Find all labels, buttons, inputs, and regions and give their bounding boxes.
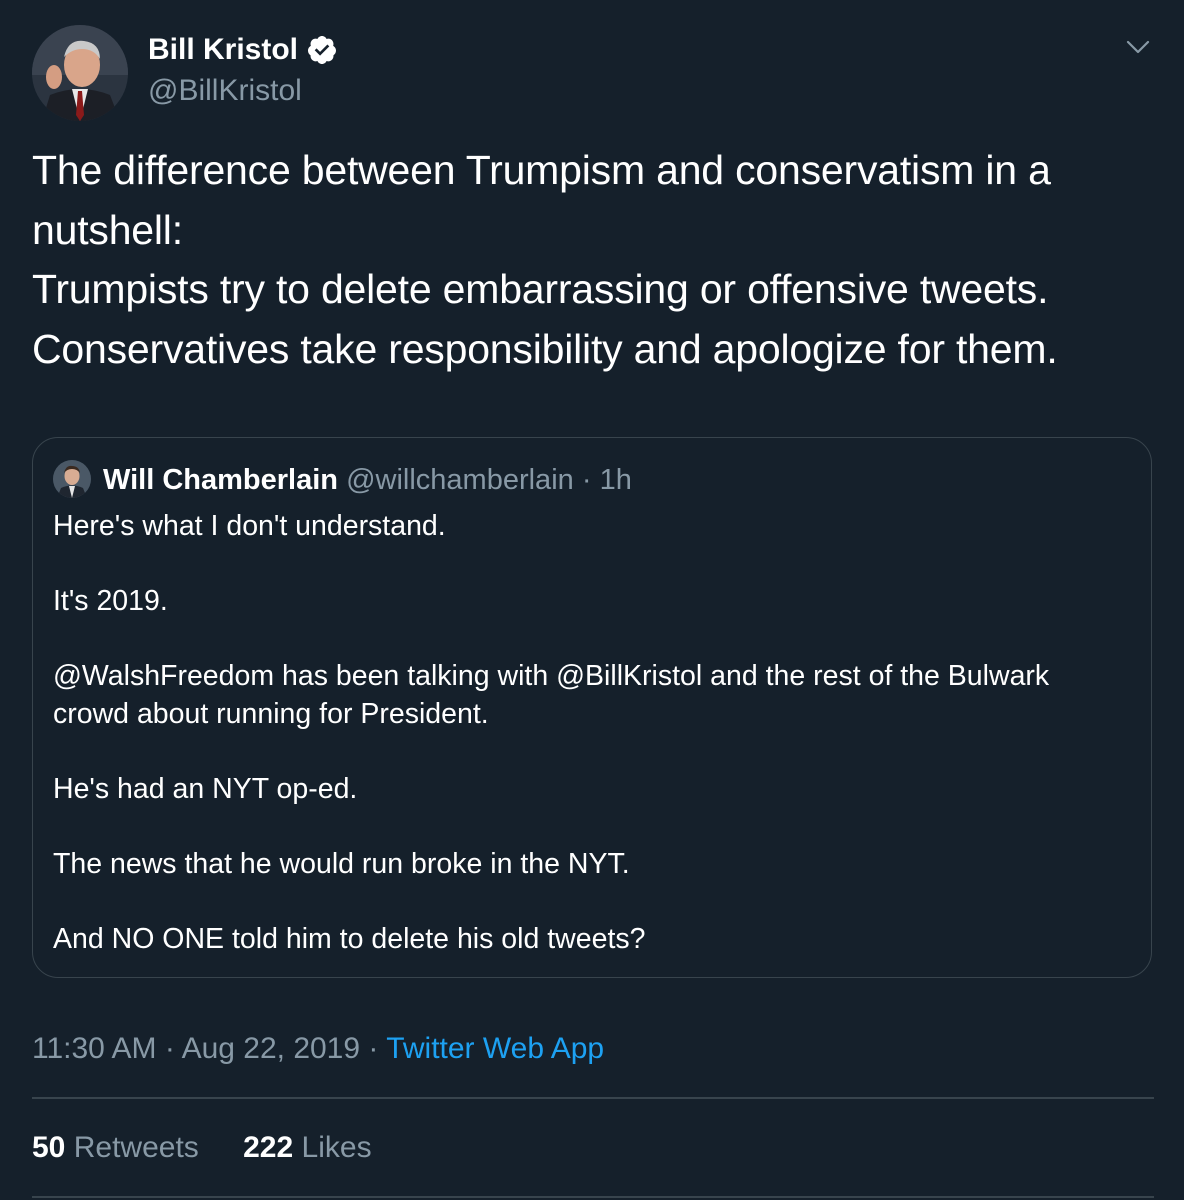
likes-stat[interactable]: 222 Likes bbox=[243, 1131, 371, 1164]
tweet-meta: 11:30 AM · Aug 22, 2019 · Twitter Web Ap… bbox=[32, 1028, 604, 1070]
retweets-count: 50 bbox=[32, 1131, 66, 1164]
tweet-time[interactable]: 11:30 AM bbox=[32, 1032, 157, 1065]
quoted-timestamp[interactable]: 1h bbox=[600, 464, 632, 496]
chevron-down-icon[interactable] bbox=[1122, 36, 1154, 60]
author-avatar[interactable] bbox=[32, 25, 128, 121]
quoted-tweet-card[interactable]: Will Chamberlain @willchamberlain · 1h H… bbox=[32, 437, 1152, 978]
divider bbox=[32, 1196, 1154, 1198]
retweets-stat[interactable]: 50 Retweets bbox=[32, 1131, 207, 1164]
author-name[interactable]: Bill Kristol bbox=[148, 31, 298, 69]
verified-badge-icon bbox=[306, 34, 338, 66]
retweets-label: Retweets bbox=[73, 1131, 199, 1164]
tweet-detail: Bill Kristol @BillKristol The difference… bbox=[0, 0, 1184, 1200]
likes-label: Likes bbox=[301, 1131, 372, 1164]
quoted-tweet-text: Here's what I don't understand. It's 201… bbox=[53, 510, 1050, 955]
tweet-source-link[interactable]: Twitter Web App bbox=[386, 1032, 604, 1065]
tweet-date[interactable]: Aug 22, 2019 bbox=[182, 1032, 361, 1065]
quoted-separator: · bbox=[581, 464, 592, 496]
quoted-author-handle[interactable]: @willchamberlain bbox=[346, 464, 574, 496]
quoted-author-avatar[interactable] bbox=[53, 460, 91, 498]
tweet-text: The difference between Trumpism and cons… bbox=[32, 147, 1058, 372]
divider bbox=[32, 1097, 1154, 1099]
quoted-author-name[interactable]: Will Chamberlain bbox=[103, 464, 338, 496]
author-handle[interactable]: @BillKristol bbox=[148, 72, 302, 110]
meta-separator: · bbox=[164, 1032, 175, 1065]
meta-separator: · bbox=[368, 1032, 379, 1065]
author-name-row[interactable]: Bill Kristol bbox=[148, 31, 338, 69]
quoted-tweet-header: Will Chamberlain @willchamberlain · 1h bbox=[103, 460, 632, 500]
likes-count: 222 bbox=[243, 1131, 294, 1164]
engagement-stats: 50 Retweets 222 Likes bbox=[32, 1127, 408, 1169]
